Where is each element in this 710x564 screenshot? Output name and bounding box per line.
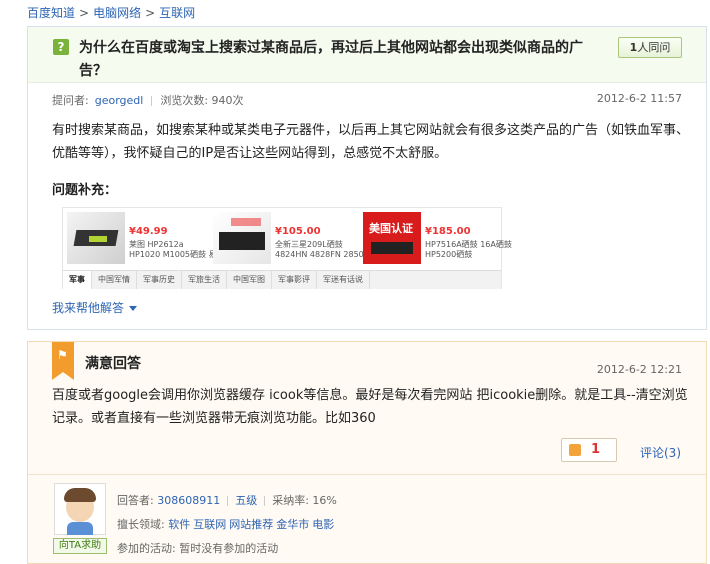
activity-value: 暂时没有参加的活动 bbox=[179, 542, 279, 555]
info-divider bbox=[227, 496, 229, 506]
product-desc-line1: HP7516A硒鼓 16A硒鼓 bbox=[425, 240, 512, 249]
thumbs-up-icon bbox=[569, 444, 581, 456]
ad-tab: 军事历史 bbox=[137, 271, 182, 289]
ad-tab: 军迷有话说 bbox=[317, 271, 370, 289]
comment-link[interactable]: 评论(3) bbox=[640, 444, 681, 461]
expertise-tag[interactable]: 互联网 bbox=[193, 518, 226, 531]
divider bbox=[28, 474, 706, 475]
asker-link[interactable]: georgedl bbox=[95, 94, 144, 107]
breadcrumb-separator: > bbox=[145, 6, 156, 20]
question-meta: 提问者: georgedl 浏览次数: 940次 bbox=[52, 92, 244, 108]
same-label: 人同问 bbox=[637, 41, 671, 54]
ad-tab: 中国军图 bbox=[227, 271, 272, 289]
ad-tabs: 军事 中国军情 军事历史 军旅生活 中国军图 军事影评 军迷有话说 bbox=[63, 270, 501, 289]
product-desc-line1: 莱图 HP2612a bbox=[129, 240, 184, 249]
answer-title: 满意回答 bbox=[85, 356, 141, 372]
asker-label: 提问者: bbox=[52, 94, 89, 107]
activity-label: 参加的活动: bbox=[117, 542, 176, 555]
breadcrumb-separator: > bbox=[79, 6, 90, 20]
like-count: 1 bbox=[591, 442, 601, 457]
answerer-row: 回答者: 308608911 五级 采纳率: 16% bbox=[117, 489, 337, 513]
product-image bbox=[67, 212, 125, 264]
question-title: 为什么在百度或淘宝上搜索过某商品后，再过后上其他网站都会出现类似商品的广告？ bbox=[79, 40, 583, 79]
avatar-hair bbox=[64, 488, 96, 502]
product-desc-line2: 4824HN 4828FN 2850 bbox=[275, 250, 364, 259]
views-label: 浏览次数: bbox=[160, 94, 209, 107]
product-price: ¥105.00 bbox=[275, 226, 321, 237]
ad-tab: 军事 bbox=[63, 271, 92, 289]
ad-tab: 军事影评 bbox=[272, 271, 317, 289]
info-divider bbox=[264, 496, 266, 506]
ad-product: ¥49.99 莱图 HP2612a HP1020 M1005硒鼓 易 bbox=[67, 212, 217, 264]
supplement-title: 问题补充： bbox=[52, 183, 118, 198]
same-question-button[interactable]: 1人同问 bbox=[618, 37, 682, 58]
question-icon: ? bbox=[53, 39, 69, 55]
avatar[interactable] bbox=[54, 483, 106, 535]
help-answer-link[interactable]: 我来帮他解答 bbox=[52, 299, 138, 316]
answerer-level[interactable]: 五级 bbox=[235, 494, 257, 507]
expertise-tag[interactable]: 网站推荐 bbox=[229, 518, 273, 531]
certification-badge: 美国认证 bbox=[369, 222, 413, 235]
meta-divider bbox=[151, 96, 153, 106]
product-desc: 莱图 HP2612a HP1020 M1005硒鼓 易 bbox=[129, 240, 217, 260]
ad-product: 美国认证 ¥185.00 HP7516A硒鼓 16A硒鼓 HP5200硒鼓 bbox=[363, 212, 512, 264]
breadcrumb: 百度知道 > 电脑网络 > 互联网 bbox=[27, 4, 195, 21]
answerer-info: 回答者: 308608911 五级 采纳率: 16% 擅长领域: 软件 互联网 网站推荐… bbox=[117, 489, 337, 561]
product-desc: HP7516A硒鼓 16A硒鼓 HP5200硒鼓 bbox=[425, 240, 512, 260]
supplement-image: ¥49.99 莱图 HP2612a HP1020 M1005硒鼓 易 ¥105.0… bbox=[62, 207, 512, 289]
expertise-tag[interactable]: 电影 bbox=[312, 518, 334, 531]
expertise-row: 擅长领域: 软件 互联网 网站推荐 金华市 电影 bbox=[117, 513, 337, 537]
expertise-label: 擅长领域: bbox=[117, 518, 165, 531]
flag-icon: ⚑ bbox=[52, 342, 74, 380]
question-panel: ? 为什么在百度或淘宝上搜索过某商品后，再过后上其他网站都会出现类似商品的广告？… bbox=[27, 26, 707, 330]
answer-date: 2012-6-2 12:21 bbox=[596, 363, 682, 376]
product-desc-line1: 全新三星209L硒鼓 bbox=[275, 240, 343, 249]
product-image: 美国认证 bbox=[363, 212, 421, 264]
breadcrumb-computer-network[interactable]: 电脑网络 bbox=[93, 6, 141, 20]
product-image bbox=[213, 212, 271, 264]
product-price: ¥49.99 bbox=[129, 226, 168, 237]
answerer-label: 回答者: bbox=[117, 494, 154, 507]
answerer-link[interactable]: 308608911 bbox=[157, 494, 220, 507]
caret-down-icon bbox=[129, 306, 138, 311]
product-desc: 全新三星209L硒鼓 4824HN 4828FN 2850 bbox=[275, 240, 364, 260]
question-date: 2012-6-2 11:57 bbox=[596, 92, 682, 105]
avatar-body bbox=[67, 522, 93, 535]
expertise-tag[interactable]: 软件 bbox=[168, 518, 190, 531]
expertise-tag[interactable]: 金华市 bbox=[276, 518, 309, 531]
ask-for-help-button[interactable]: 向TA求助 bbox=[53, 538, 107, 554]
help-answer-label: 我来帮他解答 bbox=[52, 301, 125, 315]
activity-row: 参加的活动: 暂时没有参加的活动 bbox=[117, 537, 337, 561]
product-desc-line2: HP1020 M1005硒鼓 易 bbox=[129, 250, 217, 259]
answer-body: 百度或者google会调用你浏览器缓存 icook等信息。最好是每次看完网站 把… bbox=[52, 388, 688, 426]
flag-glyph-icon: ⚑ bbox=[57, 348, 68, 362]
ad-product: ¥105.00 全新三星209L硒鼓 4824HN 4828FN 2850 bbox=[213, 212, 364, 264]
best-answer-panel: ⚑ 满意回答 2012-6-2 12:21 百度或者google会调用你浏览器缓… bbox=[27, 341, 707, 564]
product-price: ¥185.00 bbox=[425, 226, 471, 237]
ad-tab: 军旅生活 bbox=[182, 271, 227, 289]
breadcrumb-baidu-zhidao[interactable]: 百度知道 bbox=[27, 6, 75, 20]
like-button[interactable]: 1 bbox=[561, 438, 617, 462]
views-count: 940次 bbox=[211, 94, 244, 107]
accept-rate: 采纳率: 16% bbox=[272, 494, 337, 507]
question-header: ? 为什么在百度或淘宝上搜索过某商品后，再过后上其他网站都会出现类似商品的广告？… bbox=[28, 27, 706, 83]
breadcrumb-internet[interactable]: 互联网 bbox=[159, 6, 195, 20]
product-desc-line2: HP5200硒鼓 bbox=[425, 250, 473, 259]
ad-tab: 中国军情 bbox=[92, 271, 137, 289]
question-body: 有时搜索某商品，如搜索某种或某类电子元器件，以后再上其它网站就会有很多这类产品的… bbox=[52, 123, 690, 161]
